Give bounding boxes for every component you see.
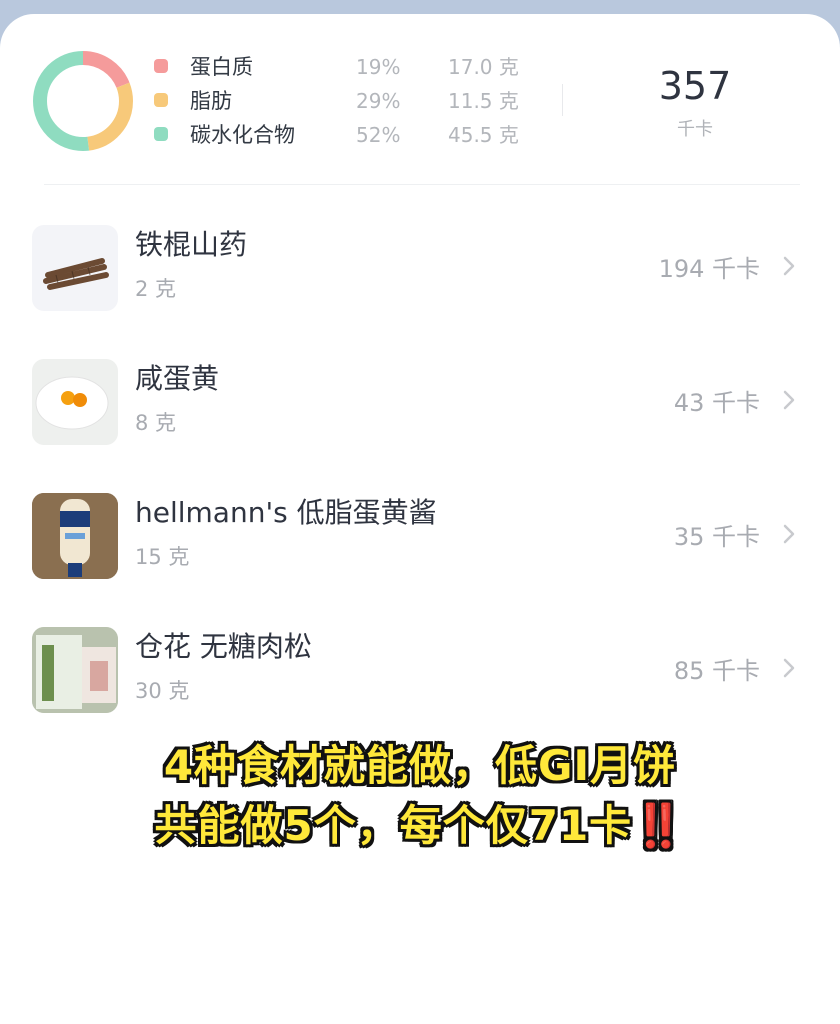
caption-line-2: 共能做5个，每个仅71卡‼️ [0, 792, 840, 853]
food-row-mayonnaise[interactable]: hellmann's 低脂蛋黄酱 15 克 35 千卡 [0, 493, 840, 603]
food-calories: 85 千卡 [673, 657, 760, 685]
macro-row-protein: 蛋白质 19% 17.0 克 [150, 52, 550, 82]
macro-name: 脂肪 [190, 89, 232, 113]
protein-dot-icon [154, 59, 168, 73]
macro-donut-chart [33, 51, 133, 151]
nutrition-card: 蛋白质 19% 17.0 克 脂肪 29% 11.5 克 碳水化合物 52% 4… [0, 14, 840, 1024]
chevron-right-icon [783, 658, 795, 678]
chevron-right-icon [783, 256, 795, 276]
total-calories: 357 [658, 64, 732, 108]
food-row-meat-floss[interactable]: 仓花 无糖肉松 30 克 85 千卡 [0, 627, 840, 737]
food-weight: 15 克 [135, 545, 190, 569]
caption-line-2-text: 共能做5个，每个仅71卡 [154, 801, 633, 850]
chevron-right-icon [783, 524, 795, 544]
meat-floss-thumbnail [32, 627, 118, 713]
section-divider [44, 184, 800, 185]
food-name: 铁棍山药 [135, 228, 248, 261]
macro-name: 碳水化合物 [190, 123, 295, 147]
food-calories: 43 千卡 [673, 389, 760, 417]
yam-thumbnail [32, 225, 118, 311]
macro-percent: 19% [356, 55, 401, 79]
macro-grams: 45.5 克 [448, 123, 519, 147]
caption-line-1: 4种食材就能做，低GI月饼 [163, 741, 677, 790]
double-exclamation-icon: ‼️ [632, 801, 686, 850]
food-row-egg-yolk[interactable]: 咸蛋黄 8 克 43 千卡 [0, 359, 840, 469]
chevron-right-icon [783, 390, 795, 410]
macro-row-carbs: 碳水化合物 52% 45.5 克 [150, 120, 550, 150]
food-calories: 35 千卡 [673, 523, 760, 551]
food-weight: 8 克 [135, 411, 177, 435]
food-weight: 2 克 [135, 277, 177, 301]
food-calories: 194 千卡 [658, 255, 760, 283]
food-name: 仓花 无糖肉松 [135, 630, 312, 663]
egg-yolk-thumbnail [32, 359, 118, 445]
macro-percent: 52% [356, 123, 401, 147]
macro-row-fat: 脂肪 29% 11.5 克 [150, 86, 550, 116]
total-calories-unit: 千卡 [677, 119, 713, 140]
food-weight: 30 克 [135, 679, 190, 703]
fat-dot-icon [154, 93, 168, 107]
macro-percent: 29% [356, 89, 401, 113]
macro-grams: 17.0 克 [448, 55, 519, 79]
carbs-dot-icon [154, 127, 168, 141]
macro-summary: 蛋白质 19% 17.0 克 脂肪 29% 11.5 克 碳水化合物 52% 4… [0, 14, 840, 184]
food-name: 咸蛋黄 [135, 362, 220, 395]
food-row-yam[interactable]: 铁棍山药 2 克 194 千卡 [0, 225, 840, 335]
macro-grams: 11.5 克 [448, 89, 519, 113]
mayonnaise-thumbnail [32, 493, 118, 579]
macro-name: 蛋白质 [190, 55, 253, 79]
vertical-divider [562, 84, 563, 116]
food-name: hellmann's 低脂蛋黄酱 [135, 496, 437, 529]
